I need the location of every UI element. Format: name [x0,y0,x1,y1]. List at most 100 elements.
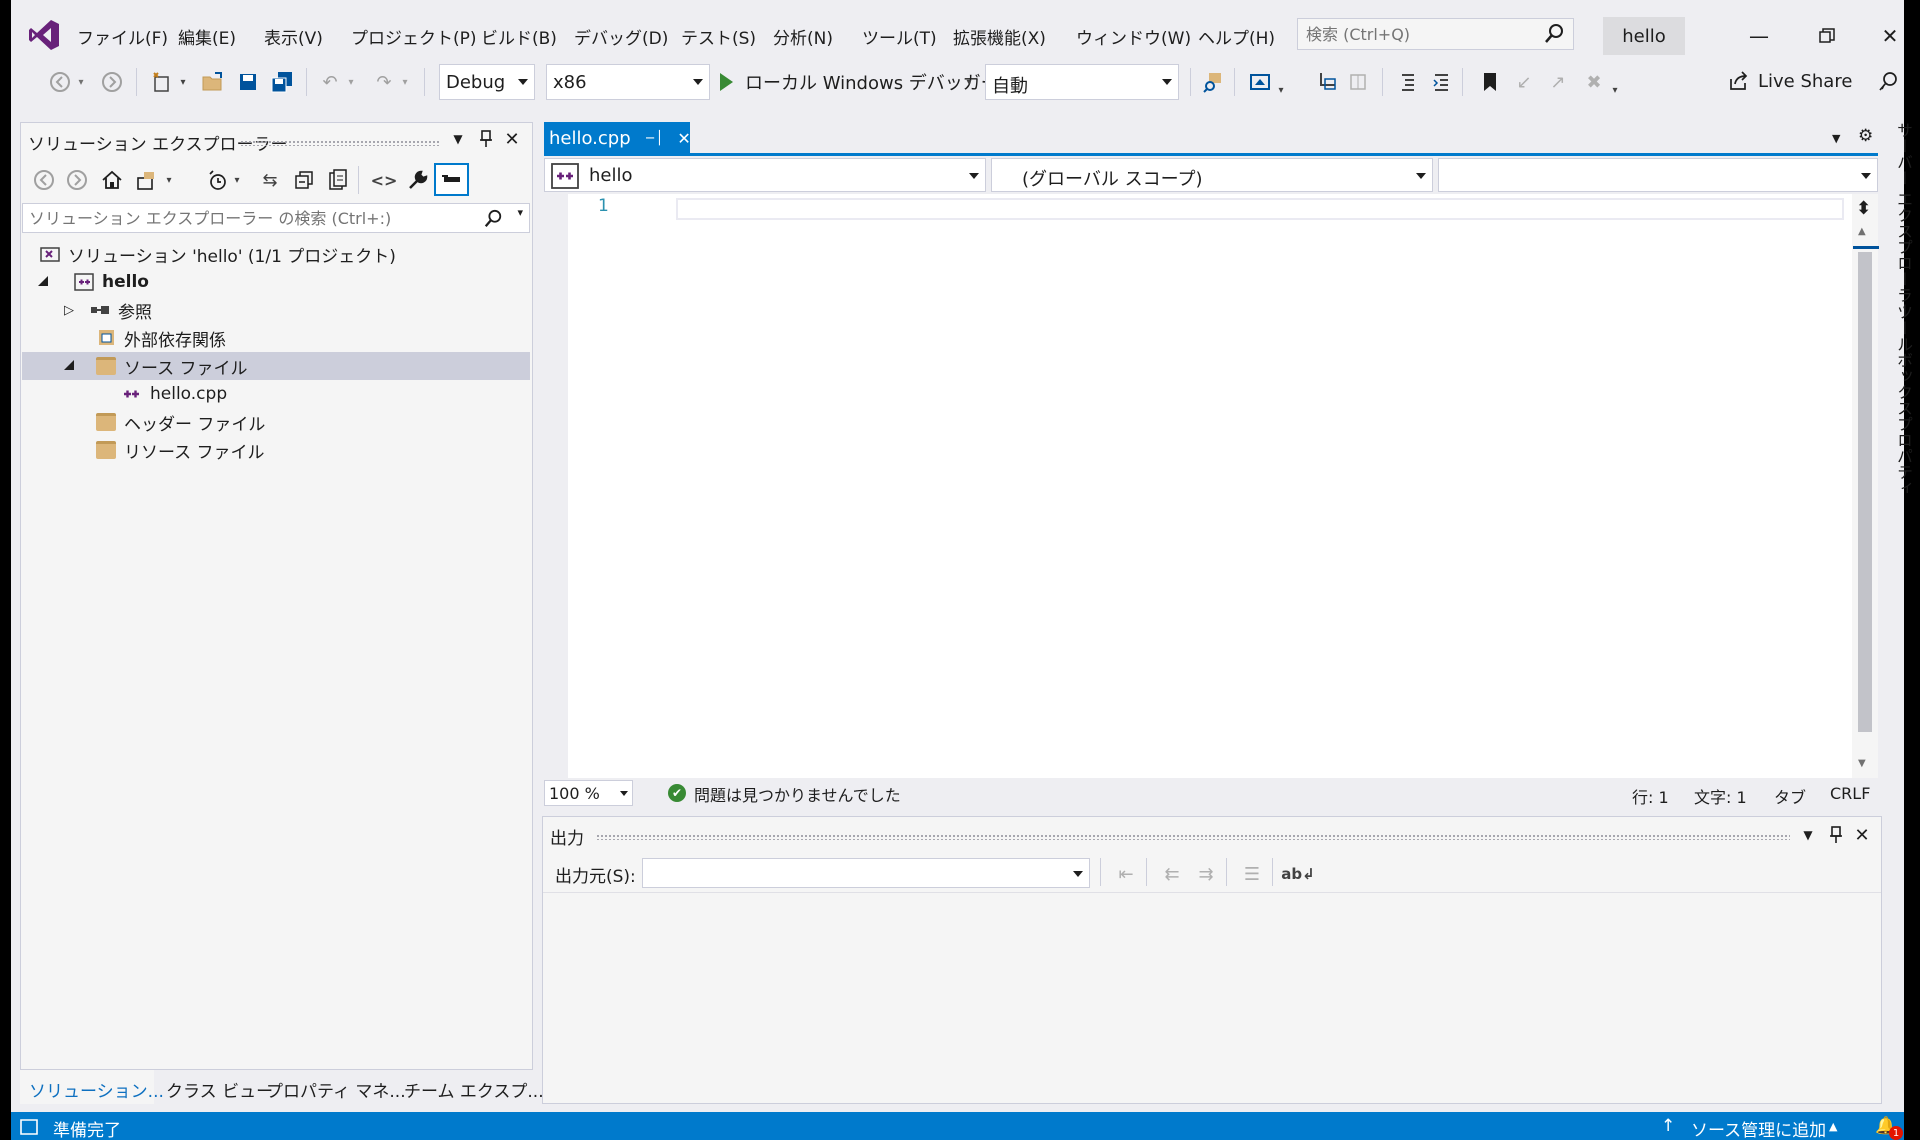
find-in-files-icon[interactable] [1200,68,1228,96]
tab-solution-explorer[interactable]: ソリューション... [29,1077,164,1102]
menu-test[interactable]: テスト(S) [681,24,756,49]
window-position-dropdown-icon[interactable]: ▼ [1797,824,1819,846]
panel-drag-grip[interactable] [596,834,1790,840]
show-all-files-icon[interactable] [324,166,352,194]
tab-toolbox[interactable]: ツールボックス [1891,304,1915,416]
next-bookmark-icon[interactable]: ↗ [1544,68,1572,96]
minimize-icon[interactable]: — [1736,18,1782,54]
undo-icon[interactable]: ↶ [316,68,344,96]
uncomment-icon[interactable] [1428,68,1456,96]
back-dropdown-icon[interactable]: ▾ [74,68,88,96]
sync-with-active-document-icon[interactable]: ⇆ [256,166,284,194]
quick-launch-search[interactable] [1297,18,1574,50]
tab-class-view[interactable]: クラス ビュー [166,1077,273,1102]
output-text-area[interactable] [543,892,1881,1102]
toggle-word-wrap-icon[interactable]: ab↲ [1281,860,1314,888]
panel-drag-grip[interactable] [240,140,440,146]
issues-status[interactable]: 問題は見つかりませんでした [694,782,901,806]
solution-configuration-select[interactable]: Debug [439,64,535,100]
search-icon[interactable] [1543,23,1565,45]
close-icon[interactable]: ✕ [1872,18,1908,54]
menu-analyze[interactable]: 分析(N) [773,24,833,49]
se-search-input[interactable] [29,207,469,229]
menu-window[interactable]: ウィンドウ(W) [1076,24,1191,49]
scroll-up-arrow-icon[interactable]: ▲ [1858,226,1866,237]
switch-views-icon[interactable] [134,166,162,194]
properties-wrench-icon[interactable] [404,166,432,194]
output-window-icon[interactable] [19,1118,39,1136]
filter-dropdown-icon[interactable]: ▾ [230,166,244,194]
search-input[interactable] [1306,23,1536,45]
output-source-select[interactable] [642,858,1090,888]
clear-bookmarks-icon[interactable]: ✖ [1580,68,1608,96]
feedback-icon[interactable] [1874,68,1902,96]
switch-views-dropdown-icon[interactable]: ▾ [162,166,176,194]
collapse-arrow-icon[interactable] [64,360,76,372]
open-folder-icon[interactable] [199,68,227,96]
window-position-dropdown-icon[interactable]: ▼ [447,128,469,150]
tree-node-external-dependencies[interactable]: 外部依存関係 [22,324,530,352]
preview-selected-items-toggle[interactable] [434,163,469,196]
menu-debug[interactable]: デバッグ(D) [574,24,668,49]
tab-property-manager[interactable]: プロパティ マネ... [266,1077,406,1102]
close-panel-icon[interactable]: ✕ [501,128,523,150]
step-into-icon[interactable] [1314,68,1342,96]
tab-server-explorer[interactable]: サーバー エクスプローラー [1891,122,1915,319]
se-back-icon[interactable] [30,166,58,194]
tree-node-resource-files[interactable]: リソース ファイル [22,436,530,464]
tree-node-source-files[interactable]: ソース ファイル [22,352,530,380]
debug-target-select[interactable]: 自動 [985,64,1179,100]
tab-team-explorer[interactable]: チーム エクスプ... [404,1077,544,1102]
project-navigation-select[interactable]: hello [544,158,986,192]
pending-changes-filter-icon[interactable] [204,166,232,194]
search-options-dropdown-icon[interactable]: ▾ [517,206,523,219]
line-ending[interactable]: CRLF [1830,784,1870,803]
pin-icon[interactable] [1825,824,1847,846]
save-all-icon[interactable] [268,68,296,96]
collapse-arrow-icon[interactable] [38,276,50,288]
menu-edit[interactable]: 編集(E) [178,24,236,49]
chevron-up-icon[interactable]: ▲ [1829,1120,1837,1133]
tree-node-hello-cpp[interactable]: hello.cpp [22,380,530,408]
tree-node-references[interactable]: ▷ 参照 [22,296,530,324]
debugger-dropdown-icon[interactable]: ▾ [962,68,976,96]
close-tab-icon[interactable]: ✕ [677,129,690,148]
solution-explorer-search[interactable]: ▾ [22,203,530,233]
new-project-dropdown-icon[interactable]: ▾ [176,68,190,96]
menu-file[interactable]: ファイル(F) [77,24,168,49]
restore-icon[interactable] [1804,18,1850,54]
toolbar-options-icon[interactable]: ▾ [1608,76,1622,104]
pin-tab-icon[interactable]: −│ [645,131,664,146]
tree-node-solution[interactable]: ソリューション 'hello' (1/1 プロジェクト) [22,240,530,268]
zoom-level-select[interactable]: 100 % [544,780,633,806]
forward-icon[interactable] [98,68,126,96]
menu-build[interactable]: ビルド(B) [481,24,557,49]
tab-hello-cpp[interactable]: hello.cpp −│ ✕ [544,122,691,154]
menu-help[interactable]: ヘルプ(H) [1198,24,1275,49]
home-icon[interactable] [98,166,126,194]
scrollbar-thumb[interactable] [1858,252,1872,732]
start-debugging-button[interactable]: ローカル Windows デバッガー [720,68,999,96]
bookmark-icon[interactable] [1476,68,1504,96]
tab-overflow-dropdown-icon[interactable]: ▼ [1832,132,1840,145]
view-code-icon[interactable]: <> [370,166,398,194]
browser-link-dropdown-icon[interactable]: ▾ [1274,76,1288,104]
redo-dropdown-icon[interactable]: ▾ [398,68,412,96]
pin-icon[interactable] [475,128,497,150]
comment-icon[interactable] [1394,68,1422,96]
collapse-all-icon[interactable] [290,166,318,194]
redo-icon[interactable]: ↷ [370,68,398,96]
tab-properties[interactable]: プロパティ [1891,416,1915,496]
menu-extensions[interactable]: 拡張機能(X) [953,24,1046,49]
close-panel-icon[interactable]: ✕ [1851,824,1873,846]
previous-message-icon[interactable]: ⇇ [1158,860,1186,888]
menu-view[interactable]: 表示(V) [264,24,323,49]
solution-platform-select[interactable]: x86 [546,64,710,100]
back-icon[interactable] [46,68,74,96]
tree-node-header-files[interactable]: ヘッダー ファイル [22,408,530,436]
previous-bookmark-icon[interactable]: ↙ [1510,68,1538,96]
expand-arrow-icon[interactable]: ▷ [64,303,74,318]
tree-node-project[interactable]: hello [22,268,530,296]
find-message-in-code-icon[interactable]: ⇤ [1112,860,1140,888]
menu-project[interactable]: プロジェクト(P) [351,24,477,49]
